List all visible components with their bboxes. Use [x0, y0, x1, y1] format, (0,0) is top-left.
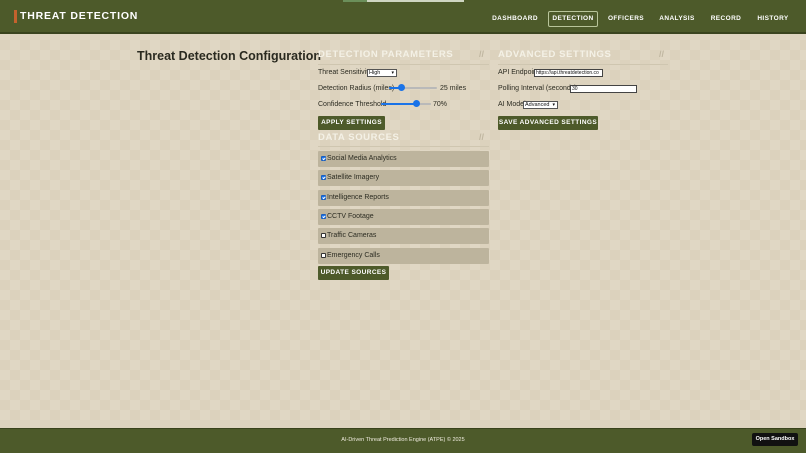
data-source-row[interactable]: Traffic Cameras [318, 228, 489, 244]
data-source-label: Intelligence Reports [327, 194, 389, 201]
ai-model-label: AI Model [498, 101, 526, 108]
radius-slider[interactable] [389, 84, 437, 92]
data-source-checkbox[interactable] [321, 233, 326, 238]
detection-parameters-heading: DETECTION PARAMETERS [318, 49, 454, 60]
slider-fill [381, 103, 416, 105]
polling-interval-label: Polling Interval (seconds) [498, 85, 577, 92]
nav-officers[interactable]: OFFICERS [605, 11, 647, 27]
section-divider [498, 64, 668, 65]
sensitivity-label: Threat Sensitivity [318, 69, 372, 76]
update-sources-button[interactable]: UPDATE SOURCES [318, 266, 389, 280]
api-endpoint-input[interactable]: https://api.threatdetection.co [534, 69, 603, 77]
slider-thumb[interactable] [413, 100, 420, 107]
polling-interval-input[interactable]: 30 [570, 85, 637, 93]
data-source-label: Traffic Cameras [327, 232, 377, 239]
data-source-checkbox[interactable] [321, 253, 326, 258]
data-source-checkbox[interactable] [321, 214, 326, 219]
section-divider [318, 146, 489, 147]
nav-history[interactable]: HISTORY [753, 11, 793, 27]
confidence-value: 70% [433, 101, 448, 108]
data-source-label: Satellite Imagery [327, 174, 380, 181]
top-progress-accent [343, 0, 367, 2]
apply-settings-button[interactable]: APPLY SETTINGS [318, 116, 385, 130]
open-sandbox-button[interactable]: Open Sandbox [752, 433, 798, 446]
confidence-label: Confidence Threshold [318, 101, 387, 108]
data-source-row[interactable]: Satellite Imagery [318, 170, 489, 186]
nav-detection[interactable]: DETECTION [548, 11, 598, 27]
data-source-row[interactable]: Social Media Analytics [318, 151, 489, 167]
footer-text: AI-Driven Threat Prediction Engine (ATPE… [341, 437, 465, 443]
radius-value: 25 miles [440, 85, 467, 92]
data-source-checkbox[interactable] [321, 156, 326, 161]
slider-thumb[interactable] [398, 84, 405, 91]
main-nav: DASHBOARD DETECTION OFFICERS ANALYSIS RE… [0, 11, 806, 27]
page-footer: AI-Driven Threat Prediction Engine (ATPE… [0, 428, 806, 453]
radius-label: Detection Radius (miles) [318, 85, 395, 92]
heading-decoration: // [479, 132, 485, 142]
nav-record[interactable]: RECORD [707, 11, 745, 27]
top-header: THREAT DETECTION DASHBOARD DETECTION OFF… [0, 0, 806, 34]
data-source-checkbox[interactable] [321, 175, 326, 180]
data-source-label: CCTV Footage [327, 213, 374, 220]
section-divider [318, 64, 489, 65]
api-endpoint-label: API Endpoint [498, 69, 539, 76]
chevron-down-icon: ▾ [391, 70, 394, 76]
data-sources-heading: DATA SOURCES [318, 132, 400, 143]
heading-decoration: // [479, 49, 485, 59]
chevron-down-icon: ▾ [552, 102, 555, 108]
data-source-row[interactable]: CCTV Footage [318, 209, 489, 225]
nav-analysis[interactable]: ANALYSIS [655, 11, 699, 27]
save-advanced-settings-button[interactable]: SAVE ADVANCED SETTINGS [498, 116, 598, 130]
data-source-row[interactable]: Emergency Calls [318, 248, 489, 264]
ai-model-select[interactable]: Advanced ▾ [523, 101, 558, 109]
confidence-slider[interactable] [381, 100, 431, 108]
advanced-settings-heading: ADVANCED SETTINGS [498, 49, 612, 60]
nav-dashboard[interactable]: DASHBOARD [490, 11, 540, 27]
heading-decoration: // [659, 49, 665, 59]
page-title: Threat Detection Configuration [137, 49, 322, 63]
sensitivity-select[interactable]: High ▾ [367, 69, 397, 77]
data-source-label: Emergency Calls [327, 252, 380, 259]
data-source-row[interactable]: Intelligence Reports [318, 190, 489, 206]
data-source-checkbox[interactable] [321, 195, 326, 200]
data-source-label: Social Media Analytics [327, 155, 397, 162]
